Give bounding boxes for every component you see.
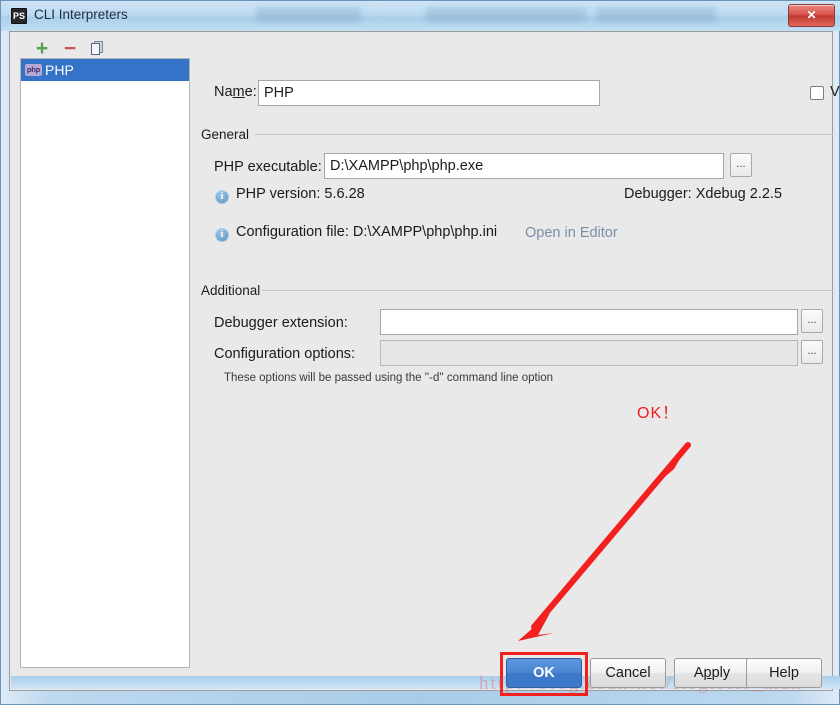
php-version-text: PHP version: 5.6.28 [236, 186, 365, 202]
visible-only-label: Visible only for this project [830, 84, 840, 100]
title-bar: PS CLI Interpreters ✕ [1, 1, 840, 31]
debugger-extension-input[interactable] [380, 309, 798, 335]
apply-label-mnemonic: p [703, 665, 712, 681]
debugger-extension-browse-button[interactable]: ... [801, 309, 823, 333]
configuration-options-label: Configuration options: [214, 346, 356, 362]
name-input[interactable] [258, 80, 600, 106]
configuration-options-browse-button[interactable]: ... [801, 340, 823, 364]
configuration-options-input[interactable] [380, 340, 798, 366]
titlebar-ghost-text-2 [426, 8, 586, 22]
interpreter-list[interactable]: php PHP [20, 58, 190, 668]
general-group-title: General [201, 127, 250, 142]
titlebar-ghost-text-1 [256, 8, 361, 22]
ok-annotation-text: OK！ [637, 405, 680, 422]
configuration-options-hint: These options will be passed using the '… [224, 372, 554, 384]
php-badge-icon: php [25, 64, 42, 76]
open-in-editor-link[interactable]: Open in Editor [525, 225, 618, 241]
cancel-button[interactable]: Cancel [590, 658, 666, 688]
add-icon[interactable]: + [33, 38, 51, 59]
configuration-file-info-icon [215, 228, 229, 242]
additional-group-title: Additional [201, 283, 261, 298]
php-executable-browse-button[interactable]: ... [730, 153, 752, 177]
close-icon[interactable]: ✕ [788, 4, 835, 27]
apply-button[interactable]: Apply [674, 658, 750, 688]
list-item-label: PHP [45, 62, 74, 78]
name-label-part-a: Na [214, 84, 233, 100]
list-item[interactable]: php PHP [21, 59, 189, 81]
interpreter-settings-form: Name: Visible only for this project Gene… [200, 32, 840, 692]
name-label-part-b: e: [244, 84, 257, 100]
php-executable-label: PHP executable: [214, 159, 322, 175]
debugger-extension-label: Debugger extension: [214, 315, 348, 331]
phpstorm-app-icon: PS [11, 8, 27, 24]
name-label-mnemonic: m [232, 84, 245, 100]
apply-label-part-a: A [693, 665, 704, 681]
dialog-window: PS CLI Interpreters ✕ + − php PHP Name: … [0, 0, 840, 705]
help-button[interactable]: Help [746, 658, 822, 688]
dialog-body: + − php PHP Name: Visible o [9, 31, 840, 692]
general-group-divider [255, 134, 833, 135]
copy-icon-glyph [91, 41, 103, 55]
remove-icon[interactable]: − [61, 38, 79, 59]
visible-only-checkbox[interactable] [810, 86, 824, 100]
debugger-text: Debugger: Xdebug 2.2.5 [624, 186, 783, 202]
configuration-file-text: Configuration file: D:\XAMPP\php\php.ini [236, 224, 498, 240]
additional-group-divider [262, 290, 833, 291]
apply-label-part-b: ply [711, 665, 731, 681]
copy-icon[interactable] [89, 40, 107, 58]
name-label: Name: [214, 84, 257, 100]
ok-button[interactable]: OK [506, 658, 582, 688]
php-executable-input[interactable] [324, 153, 724, 179]
titlebar-ghost-text-3 [596, 8, 716, 22]
window-title: CLI Interpreters [34, 7, 128, 22]
php-version-info-icon [215, 190, 229, 204]
